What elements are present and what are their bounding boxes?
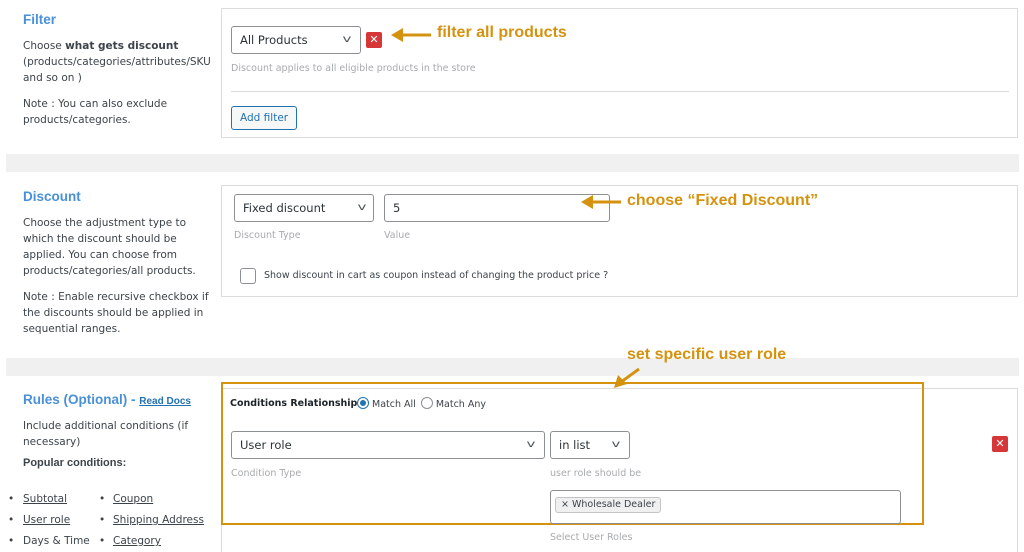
- popular-condition-link[interactable]: User role: [23, 510, 70, 531]
- match-any-radio[interactable]: [420, 397, 433, 409]
- discount-section: Discount Choose the adjustment type to w…: [6, 172, 1019, 358]
- add-filter-button[interactable]: Add filter: [231, 106, 298, 130]
- conditions-relationship-label: Conditions Relationship: [230, 398, 358, 409]
- conditions-relationship-options: Match All Match Any: [357, 397, 486, 410]
- operator-select[interactable]: in list: [550, 431, 630, 459]
- remove-tag-icon[interactable]: ×: [561, 499, 569, 510]
- user-roles-hint: Select User Roles: [550, 532, 633, 543]
- discount-type-select[interactable]: Fixed discount: [234, 194, 374, 222]
- condition-type-select[interactable]: User role: [231, 431, 545, 459]
- discount-info: Discount Choose the adjustment type to w…: [23, 188, 209, 337]
- discount-description: Choose the adjustment type to which the …: [23, 217, 196, 277]
- popular-condition-link[interactable]: Shipping Address: [113, 510, 204, 531]
- read-docs-link[interactable]: Read Docs: [139, 396, 191, 407]
- discount-value-hint: Value: [384, 230, 411, 241]
- filter-annotation: filter all products: [437, 24, 567, 41]
- popular-condition-link[interactable]: Days & Time: [23, 531, 90, 552]
- highlight-box: Conditions Relationship Match All Match …: [221, 382, 924, 525]
- rules-annotation: set specific user role: [627, 346, 787, 363]
- discount-note: Note : Enable recursive checkbox if the …: [23, 291, 209, 335]
- discount-type-hint: Discount Type: [234, 230, 301, 241]
- popular-condition-link[interactable]: Category: [113, 531, 161, 552]
- arrow-left-icon: [581, 195, 621, 209]
- remove-filter-icon[interactable]: ✕: [366, 32, 382, 48]
- match-all-label: Match All: [372, 399, 416, 410]
- match-all-radio[interactable]: [357, 397, 369, 409]
- condition-type-hint: Condition Type: [231, 468, 302, 479]
- remove-condition-icon[interactable]: ✕: [992, 436, 1008, 452]
- filter-type-select[interactable]: All Products: [231, 26, 361, 54]
- user-roles-input[interactable]: × Wholesale Dealer: [550, 490, 901, 524]
- arrow-down-left-icon: [614, 367, 640, 388]
- popular-conditions-title: Popular conditions:: [23, 457, 127, 469]
- discount-title: Discount: [23, 189, 81, 204]
- popular-condition-link[interactable]: Coupon: [113, 489, 153, 510]
- filter-section: Filter Choose what gets discount (produc…: [6, 0, 1019, 154]
- arrow-left-icon: [391, 28, 431, 42]
- filter-info: Filter Choose what gets discount (produc…: [23, 11, 211, 128]
- filter-note: Note : You can also exclude products/cat…: [23, 98, 168, 126]
- filter-divider: [231, 91, 1009, 92]
- rules-info: Rules (Optional) - Read Docs Include add…: [23, 391, 223, 471]
- operator-hint: user role should be: [550, 468, 642, 479]
- filter-description: Choose what gets discount (products/cate…: [23, 40, 211, 84]
- user-role-tag: × Wholesale Dealer: [555, 497, 662, 513]
- match-any-label: Match Any: [435, 399, 486, 410]
- page-background: Filter Choose what gets discount (produc…: [6, 0, 1019, 552]
- discount-value-input[interactable]: [384, 194, 610, 222]
- rules-section: Rules (Optional) - Read Docs Include add…: [6, 376, 1019, 552]
- rules-title: Rules (Optional) - Read Docs: [23, 392, 191, 407]
- filter-panel: All Products v ✕ Discount applies to all…: [221, 8, 1018, 138]
- popular-condition-link[interactable]: Subtotal: [23, 489, 67, 510]
- rules-description: Include additional conditions (if necess…: [23, 420, 189, 448]
- coupon-checkbox[interactable]: [240, 268, 256, 284]
- popular-conditions-list: • Subtotal • Coupon • User role • Shippi…: [6, 489, 216, 552]
- filter-hint: Discount applies to all eligible product…: [231, 63, 476, 74]
- coupon-checkbox-label: Show discount in cart as coupon instead …: [264, 270, 609, 281]
- filter-title: Filter: [23, 12, 57, 27]
- discount-annotation: choose “Fixed Discount”: [627, 192, 819, 209]
